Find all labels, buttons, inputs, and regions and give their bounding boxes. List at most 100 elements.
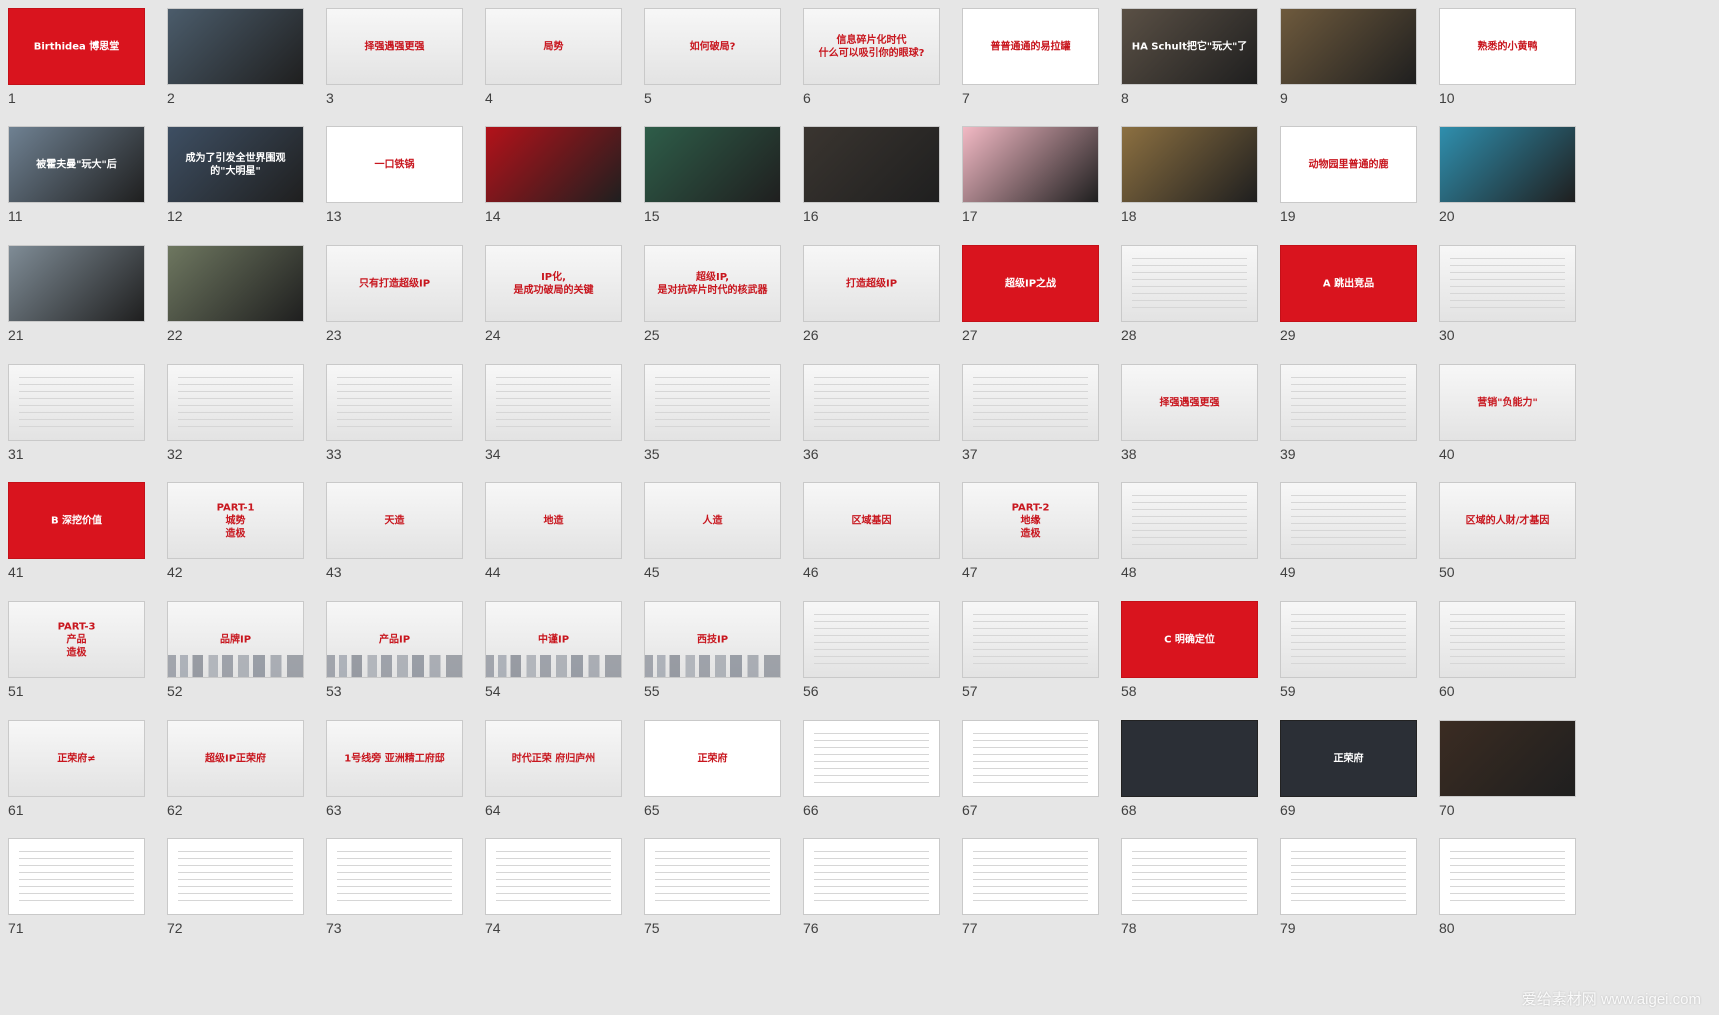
slide-thumbnail[interactable]: PART-2 地缘 造极	[962, 482, 1099, 559]
slide-thumbnail[interactable]: 时代正荣 府归庐州	[485, 720, 622, 797]
slide-thumbnail[interactable]	[962, 601, 1099, 678]
slide-thumbnail[interactable]	[326, 838, 463, 915]
slide-number: 59	[1280, 683, 1296, 699]
slide-thumbnail[interactable]: 普普通通的易拉罐	[962, 8, 1099, 85]
slide-thumbnail[interactable]	[803, 601, 940, 678]
slide-thumbnail[interactable]	[962, 720, 1099, 797]
slide-thumbnail[interactable]: 超级IP之战	[962, 245, 1099, 322]
slide-thumbnail[interactable]	[803, 838, 940, 915]
slide-thumbnail[interactable]: 人造	[644, 482, 781, 559]
slide-thumbnail[interactable]: 超级IP, 是对抗碎片时代的核武器	[644, 245, 781, 322]
slide-thumbnail[interactable]	[803, 126, 940, 203]
slide-thumbnail[interactable]	[326, 364, 463, 441]
slide-thumbnail[interactable]	[1121, 720, 1258, 797]
slide-thumbnail[interactable]	[1439, 126, 1576, 203]
slide-thumbnail[interactable]	[1439, 720, 1576, 797]
slide-thumbnail[interactable]	[167, 245, 304, 322]
slide-thumbnail[interactable]: 正荣府	[644, 720, 781, 797]
slide-number: 48	[1121, 564, 1137, 580]
slide-thumbnail[interactable]: 产品IP	[326, 601, 463, 678]
slide-thumbnail[interactable]: PART-1 城势 造极	[167, 482, 304, 559]
slide-thumbnail[interactable]	[1121, 482, 1258, 559]
slide-thumbnail[interactable]: 天造	[326, 482, 463, 559]
slide-thumbnail[interactable]: 成为了引发全世界围观的"大明星"	[167, 126, 304, 203]
slide-thumbnail[interactable]	[803, 364, 940, 441]
slide-title: 区域基因	[851, 515, 892, 526]
slide-thumbnail[interactable]	[8, 245, 145, 322]
slide-number: 69	[1280, 802, 1296, 818]
slide-thumbnail[interactable]	[1121, 838, 1258, 915]
slide-thumbnail[interactable]: 被霍夫曼"玩大"后	[8, 126, 145, 203]
slide-thumbnail[interactable]: 营销"负能力"	[1439, 364, 1576, 441]
slide-thumbnail[interactable]: 地造	[485, 482, 622, 559]
slide-number: 60	[1439, 683, 1455, 699]
slide-thumbnail[interactable]	[803, 720, 940, 797]
skyline-graphic	[645, 655, 780, 677]
slide-thumbnail[interactable]	[644, 364, 781, 441]
slide-thumbnail[interactable]	[485, 838, 622, 915]
slide-thumbnail[interactable]	[167, 364, 304, 441]
slide-thumbnail[interactable]	[485, 364, 622, 441]
slide-thumbnail[interactable]: 熟悉的小黄鸭	[1439, 8, 1576, 85]
slide-thumbnail[interactable]	[1439, 838, 1576, 915]
slide-thumbnail[interactable]: PART-3 产品 造极	[8, 601, 145, 678]
slide-thumbnail[interactable]: 区域基因	[803, 482, 940, 559]
slide-number: 17	[962, 208, 978, 224]
slide-thumbnail[interactable]: Birthidea 博思堂	[8, 8, 145, 85]
slide-thumbnail[interactable]: 正荣府≠	[8, 720, 145, 797]
slide-thumbnail[interactable]: 品牌IP	[167, 601, 304, 678]
slide-thumbnail[interactable]	[644, 126, 781, 203]
slide-cell: 正荣府 69	[1272, 712, 1417, 830]
slide-thumbnail[interactable]	[1439, 245, 1576, 322]
slide-thumbnail[interactable]: 动物园里普通的鹿	[1280, 126, 1417, 203]
slide-thumbnail[interactable]: 如何破局?	[644, 8, 781, 85]
slide-thumbnail[interactable]: 西技IP	[644, 601, 781, 678]
slide-thumbnail[interactable]: A 跳出竞品	[1280, 245, 1417, 322]
slide-thumbnail[interactable]	[962, 838, 1099, 915]
slide-thumbnail[interactable]: 局势	[485, 8, 622, 85]
slide-thumbnail[interactable]	[1280, 364, 1417, 441]
slide-thumbnail[interactable]	[644, 838, 781, 915]
slide-thumbnail[interactable]	[485, 126, 622, 203]
slide-cell: 73	[318, 830, 463, 948]
slide-photo	[486, 127, 621, 202]
slide-cell: 66	[795, 712, 940, 830]
slide-thumbnail[interactable]: 择强遇强更强	[1121, 364, 1258, 441]
slide-cell: 36	[795, 356, 940, 474]
slide-thumbnail[interactable]	[167, 8, 304, 85]
slide-thumbnail[interactable]: 择强遇强更强	[326, 8, 463, 85]
slide-thumbnail[interactable]	[1280, 482, 1417, 559]
slide-thumbnail[interactable]: 正荣府	[1280, 720, 1417, 797]
slide-thumbnail[interactable]	[1121, 245, 1258, 322]
slide-thumbnail[interactable]	[1280, 8, 1417, 85]
slide-thumbnail[interactable]	[167, 838, 304, 915]
slide-photo	[804, 127, 939, 202]
slide-thumbnail[interactable]: 超级IP正荣府	[167, 720, 304, 797]
slide-thumbnail[interactable]	[1280, 601, 1417, 678]
slide-thumbnail[interactable]: C 明确定位	[1121, 601, 1258, 678]
slide-thumbnail[interactable]: HA Schult把它"玩大"了	[1121, 8, 1258, 85]
slide-photo	[1122, 127, 1257, 202]
slide-cell: 48	[1113, 474, 1258, 592]
slide-thumbnail[interactable]: 只有打造超级IP	[326, 245, 463, 322]
slide-thumbnail[interactable]: 打造超级IP	[803, 245, 940, 322]
slide-thumbnail[interactable]	[962, 126, 1099, 203]
slide-thumbnail[interactable]: 1号线旁 亚洲精工府邸	[326, 720, 463, 797]
slide-number: 41	[8, 564, 24, 580]
slide-cell: 地造 44	[477, 474, 622, 592]
slide-thumbnail[interactable]	[1439, 601, 1576, 678]
slide-thumbnail[interactable]: 信息碎片化时代 什么可以吸引你的眼球?	[803, 8, 940, 85]
slide-title: 时代正荣 府归庐州	[511, 753, 596, 764]
slide-thumbnail[interactable]	[1121, 126, 1258, 203]
slide-thumbnail[interactable]: IP化, 是成功破局的关键	[485, 245, 622, 322]
slide-thumbnail[interactable]	[1280, 838, 1417, 915]
slide-thumbnail[interactable]	[8, 364, 145, 441]
slide-thumbnail[interactable]	[962, 364, 1099, 441]
slide-thumbnail[interactable]: 一口铁锅	[326, 126, 463, 203]
slide-text-lines	[19, 851, 134, 904]
slide-thumbnail[interactable]: 区域的人财/才基因	[1439, 482, 1576, 559]
slide-title: 一口铁锅	[374, 159, 415, 170]
slide-thumbnail[interactable]: B 深挖价值	[8, 482, 145, 559]
slide-thumbnail[interactable]: 中谨IP	[485, 601, 622, 678]
slide-thumbnail[interactable]	[8, 838, 145, 915]
